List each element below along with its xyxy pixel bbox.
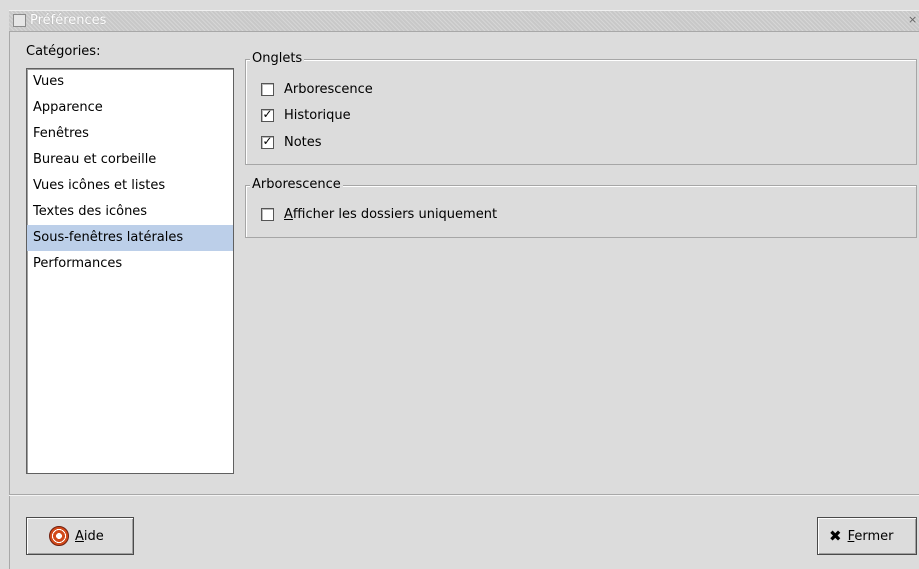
x-icon: ✖ — [829, 527, 842, 545]
separator — [9, 494, 919, 496]
historique-checkbox-row[interactable]: ✓ Historique — [261, 106, 351, 124]
check-mark-icon: ✓ — [262, 106, 273, 121]
notes-checkbox-row[interactable]: ✓ Notes — [261, 133, 322, 151]
list-item[interactable]: Apparence — [27, 95, 233, 121]
categories-label-text: Catégories: — [26, 44, 101, 59]
list-item[interactable]: Bureau et corbeille — [27, 147, 233, 173]
arborescence-group-title: Arborescence — [250, 177, 343, 192]
check-mark-icon: ✓ — [262, 133, 273, 148]
arborescence-checkbox[interactable] — [261, 81, 274, 96]
afficher-dossiers-checkbox[interactable] — [261, 206, 274, 221]
check-mark-icon — [262, 81, 273, 92]
check-mark-icon — [262, 206, 273, 217]
categories-list[interactable]: Vues Apparence Fenêtres Bureau et corbei… — [26, 68, 234, 474]
list-item[interactable]: Textes des icônes — [27, 199, 233, 225]
preferences-window: Préférences × Catégories: Vues Apparence… — [0, 0, 919, 569]
checkbox-label[interactable]: Arborescence — [284, 82, 373, 97]
list-item-selected[interactable]: Sous-fenêtres latérales — [27, 225, 233, 251]
arborescence-group: Arborescence Afficher les dossiers uniqu… — [245, 177, 917, 238]
checkbox-label[interactable]: Historique — [284, 108, 351, 123]
list-item[interactable]: Vues icônes et listes — [27, 173, 233, 199]
list-item[interactable]: Performances — [27, 251, 233, 277]
window-border — [9, 31, 10, 569]
onglets-group: Onglets Arborescence ✓ Historique ✓ Note… — [245, 51, 917, 165]
historique-checkbox[interactable]: ✓ — [261, 106, 274, 122]
checkbox-label[interactable]: Afficher les dossiers uniquement — [284, 207, 497, 222]
list-item[interactable]: Vues — [27, 69, 233, 95]
checkbox-label[interactable]: Notes — [284, 135, 322, 150]
afficher-dossiers-checkbox-row[interactable]: Afficher les dossiers uniquement — [261, 205, 497, 223]
lifebuoy-icon — [49, 526, 69, 546]
help-button[interactable]: Aide — [26, 517, 134, 555]
window-menu-icon[interactable] — [13, 14, 26, 27]
close-button-label: Fermer — [847, 528, 894, 544]
close-window-icon[interactable]: × — [908, 14, 917, 26]
arborescence-checkbox-row[interactable]: Arborescence — [261, 80, 373, 98]
categories-label: Catégories: — [26, 44, 100, 59]
help-button-label: Aide — [75, 528, 104, 544]
notes-checkbox[interactable]: ✓ — [261, 133, 274, 149]
close-button[interactable]: ✖ Fermer — [817, 517, 917, 555]
onglets-group-title: Onglets — [250, 51, 305, 66]
window-title: Préférences — [30, 13, 107, 28]
list-item[interactable]: Fenêtres — [27, 121, 233, 147]
title-bar[interactable]: Préférences × — [9, 10, 919, 32]
